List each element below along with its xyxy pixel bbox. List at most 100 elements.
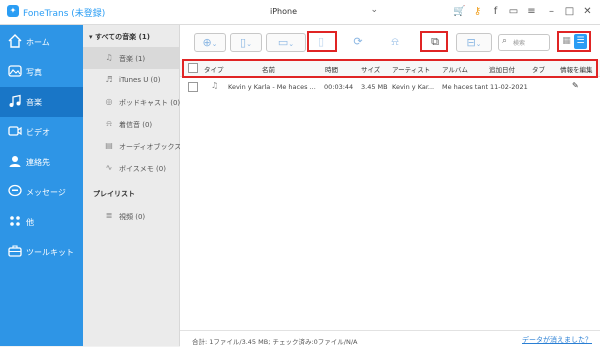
category-itunes-u[interactable]: ♬ iTunes U (0) — [83, 69, 179, 91]
itunes-u-icon: ♬ — [105, 75, 113, 84]
status-summary: 合計: 1ファイル/3.45 MB; チェック済み:0ファイル/N/A — [192, 338, 358, 346]
playlist-header: プレイリスト — [93, 190, 135, 198]
category-audiobooks[interactable]: ▤ オーディオブックス (0) — [83, 135, 193, 157]
home-icon — [8, 34, 22, 48]
cell-time: 00:03:44 — [324, 83, 354, 91]
bell-icon: ⍾ — [106, 119, 112, 128]
category-label: ポッドキャスト (0) — [119, 99, 181, 107]
export-pc-button[interactable]: ▭⌄ — [266, 33, 306, 52]
contact-icon — [9, 156, 21, 167]
chevron-down-icon: ⌄ — [475, 40, 482, 48]
sidebar-item-label: ホーム — [26, 38, 50, 47]
sidebar-item-label: 音楽 — [26, 98, 42, 107]
sidebar-item-other[interactable]: 他 — [0, 207, 83, 237]
sidebar-item-music[interactable]: 音楽 — [0, 87, 83, 117]
category-music[interactable]: ♫ 音楽 (1) — [83, 47, 179, 69]
highlight-box — [182, 59, 598, 78]
search-box[interactable]: ⌕ 検索 — [498, 34, 550, 51]
chevron-down-icon: ⌄ — [288, 40, 295, 48]
cell-album: Me haces tant... — [442, 83, 488, 91]
chevron-down-icon: ⌄ — [370, 5, 378, 15]
highlight-box — [420, 31, 448, 52]
category-voice-memo[interactable]: ∿ ボイスメモ (0) — [83, 157, 179, 179]
toolbar: ⊕⌄ ▯⌄ ▭⌄ ▯ ⟳ ⍾ ⧉ ⊟⌄ ⌕ 検索 ▦ ☰ — [180, 25, 600, 58]
music-icon — [9, 94, 21, 107]
category-podcast[interactable]: ◎ ポッドキャスト (0) — [83, 91, 181, 113]
facebook-icon[interactable]: f — [489, 5, 502, 18]
toolbox-button[interactable]: ⊟⌄ — [456, 33, 492, 52]
sidebar: ホーム 写真 音楽 ビデオ 連絡先 メッセージ 他 ツールキット — [0, 25, 83, 346]
sidebar-item-toolkit[interactable]: ツールキット — [0, 237, 83, 267]
menu-icon[interactable]: ≡ — [525, 5, 538, 18]
voice-memo-icon: ∿ — [105, 163, 113, 172]
playlist-label: 視頻 (0) — [119, 213, 146, 221]
sidebar-item-label: 他 — [26, 218, 34, 227]
plus-circle-icon: ⊕ — [202, 36, 212, 49]
other-icon — [10, 216, 20, 226]
category-label: iTunes U (0) — [119, 76, 161, 84]
category-ringtone[interactable]: ⍾ 着信音 (0) — [83, 113, 179, 135]
sidebar-item-home[interactable]: ホーム — [0, 27, 83, 57]
photo-icon — [8, 65, 22, 77]
maximize-icon[interactable]: □ — [563, 5, 576, 18]
close-icon[interactable]: ✕ — [581, 5, 594, 18]
podcast-icon: ◎ — [105, 97, 113, 106]
bell-icon: ⍾ — [391, 35, 399, 48]
all-music-label: すべての音楽 (1) — [94, 33, 150, 41]
cell-date-added: 11-02-2021 — [490, 83, 528, 91]
sidebar-item-video[interactable]: ビデオ — [0, 117, 83, 147]
edit-icon[interactable]: ✎ — [572, 81, 579, 90]
key-icon[interactable]: ⚷ — [471, 5, 484, 18]
chevron-down-icon: ⌄ — [211, 40, 218, 48]
app-title: FoneTrans (未登録) — [23, 9, 106, 19]
toolbox-icon: ⊟ — [466, 36, 476, 49]
computer-icon: ▭ — [277, 36, 289, 49]
sidebar-item-label: 連絡先 — [26, 158, 50, 167]
highlight-box — [307, 31, 337, 52]
chevron-down-icon: ⌄ — [246, 40, 252, 48]
app-logo-icon: ✦ — [7, 5, 19, 17]
sidebar-item-label: ツールキット — [26, 248, 74, 257]
status-bar: 合計: 1ファイル/3.45 MB; チェック済み:0ファイル/N/A データが… — [180, 330, 600, 347]
sidebar-item-photos[interactable]: 写真 — [0, 57, 83, 87]
category-label: ボイスメモ (0) — [119, 165, 166, 173]
title-bar: ✦ FoneTrans (未登録) iPhone ⌄ 🛒 ⚷ f ▭ ≡ – □… — [0, 0, 600, 25]
data-lost-link[interactable]: データが消えました？ — [522, 335, 592, 345]
cell-artist: Kevin y Kar... — [392, 83, 435, 91]
table-row[interactable]: ♫ Kevin y Karla - Me haces ... 00:03:44 … — [180, 78, 600, 94]
export-device-button[interactable]: ▯⌄ — [230, 33, 262, 52]
category-panel: ▾ すべての音楽 (1) ♫ 音楽 (1) ♬ iTunes U (0) ◎ ポ… — [83, 25, 193, 346]
cell-size: 3.45 MB — [361, 83, 388, 91]
main-content: ⊕⌄ ▯⌄ ▭⌄ ▯ ⟳ ⍾ ⧉ ⊟⌄ ⌕ 検索 ▦ ☰ タイプ 名前 時間 サ… — [180, 25, 600, 347]
sidebar-item-messages[interactable]: メッセージ — [0, 177, 83, 207]
playlist-item[interactable]: ≣ 視頻 (0) — [83, 205, 179, 227]
video-icon — [8, 126, 22, 136]
ringtone-button[interactable]: ⍾ — [382, 33, 408, 50]
category-label: 音楽 (1) — [119, 55, 146, 63]
message-icon — [8, 184, 22, 197]
category-label: 着信音 (0) — [119, 121, 153, 129]
toolbox-icon — [8, 245, 22, 257]
row-checkbox[interactable] — [188, 82, 198, 92]
music-note-icon: ♫ — [211, 81, 219, 90]
device-name: iPhone — [270, 7, 298, 16]
playlist-icon: ≣ — [105, 211, 113, 220]
cell-name: Kevin y Karla - Me haces ... — [228, 83, 316, 91]
cart-icon[interactable]: 🛒 — [453, 5, 466, 18]
sidebar-item-label: ビデオ — [26, 128, 50, 137]
search-icon: ⌕ — [502, 36, 508, 46]
sidebar-item-contacts[interactable]: 連絡先 — [0, 147, 83, 177]
refresh-icon: ⟳ — [353, 35, 363, 48]
search-placeholder: 検索 — [513, 40, 526, 47]
feedback-icon[interactable]: ▭ — [507, 5, 520, 18]
sidebar-item-label: 写真 — [26, 68, 42, 77]
music-note-icon: ♫ — [105, 53, 113, 62]
highlight-box — [557, 31, 591, 52]
minimize-icon[interactable]: – — [545, 5, 558, 18]
device-selector[interactable]: iPhone ⌄ — [254, 4, 382, 20]
sync-button[interactable]: ⟳ — [345, 33, 371, 50]
add-button[interactable]: ⊕⌄ — [194, 33, 226, 52]
all-music-header[interactable]: ▾ すべての音楽 (1) — [89, 32, 150, 42]
audiobook-icon: ▤ — [105, 141, 113, 150]
sidebar-item-label: メッセージ — [26, 188, 66, 197]
